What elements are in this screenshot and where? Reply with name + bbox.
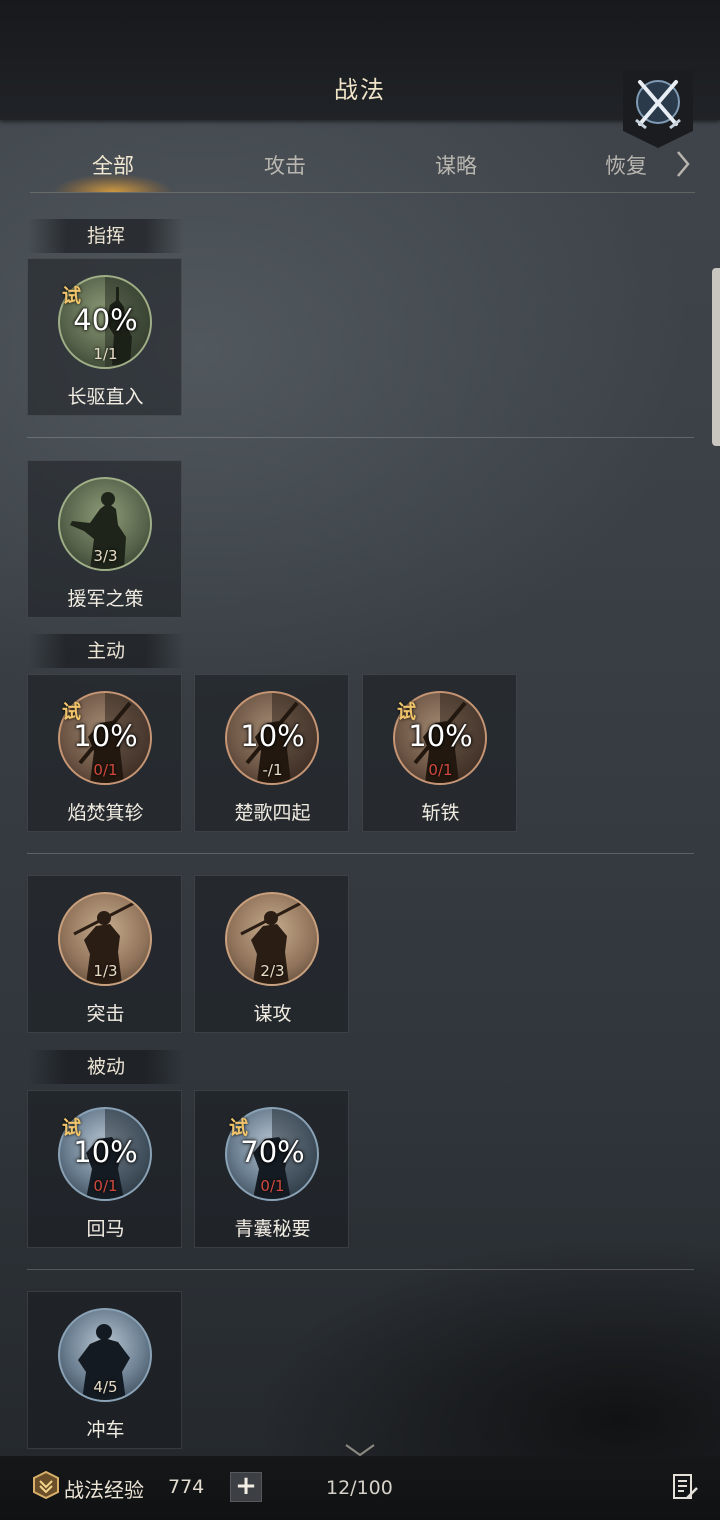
tactic-name: 长驱直入 <box>67 386 144 408</box>
bottom-bar: 战法经验 774 + 12/100 <box>0 1456 720 1520</box>
divider <box>27 437 694 438</box>
tactic-card-zhantie[interactable]: 试 10% 0/1 斩铁 <box>362 674 517 832</box>
tab-bar: 全部 攻击 谋略 恢复 <box>30 140 695 193</box>
tactic-percent: 40% <box>73 303 138 337</box>
page-title: 战法 <box>334 76 386 104</box>
tactic-card-yuanjun[interactable]: 3/3 援军之策 <box>27 460 182 618</box>
tactic-count: 0/1 <box>428 761 453 779</box>
tactic-card-changqu[interactable]: 试 40% 1/1 长驱直入 <box>27 258 182 416</box>
section-label-command: 指挥 <box>28 219 184 253</box>
list-edit-icon[interactable] <box>671 1472 699 1502</box>
tactic-count: 4/5 <box>93 1378 118 1396</box>
tactic-count: 1/3 <box>93 962 118 980</box>
tactic-name: 冲车 <box>86 1419 125 1441</box>
tactic-percent: 10% <box>240 719 305 753</box>
tactic-name: 青囊秘要 <box>234 1218 311 1240</box>
divider <box>27 853 694 854</box>
tactic-count: 0/1 <box>260 1177 285 1195</box>
tactic-percent: 10% <box>408 719 473 753</box>
tactic-count: 0/1 <box>93 1177 118 1195</box>
add-exp-button[interactable]: + <box>230 1472 262 1502</box>
exp-value: 774 <box>168 1476 205 1498</box>
tactic-card-huima[interactable]: 试 10% 0/1 回马 <box>27 1090 182 1248</box>
tactic-capacity: 12/100 <box>326 1477 393 1499</box>
tactic-count: 3/3 <box>93 547 118 565</box>
crossed-swords-icon <box>635 80 681 130</box>
tactic-name: 斩铁 <box>421 802 460 824</box>
tactic-name: 楚歌四起 <box>234 802 311 824</box>
tactic-count: -/1 <box>262 761 283 779</box>
chevron-down-icon <box>345 1444 375 1457</box>
tactic-name: 焰焚箕轸 <box>67 802 144 824</box>
tab-strategy[interactable]: 谋略 <box>381 140 531 192</box>
tactic-name: 谋攻 <box>253 1003 292 1025</box>
tactic-name: 突击 <box>86 1003 125 1025</box>
tactic-name: 援军之策 <box>67 588 144 610</box>
close-button[interactable] <box>623 70 693 148</box>
tactic-card-yanfen[interactable]: 试 10% 0/1 焰焚箕轸 <box>27 674 182 832</box>
tactic-card-chongche[interactable]: 4/5 冲车 <box>27 1291 182 1449</box>
tactic-percent: 10% <box>73 719 138 753</box>
exp-badge-icon <box>33 1471 59 1499</box>
tactic-count: 2/3 <box>260 962 285 980</box>
tactic-card-qingnang[interactable]: 试 70% 0/1 青囊秘要 <box>194 1090 349 1248</box>
tab-attack[interactable]: 攻击 <box>210 140 360 192</box>
tactic-card-mougong[interactable]: 2/3 谋攻 <box>194 875 349 1033</box>
tactic-card-chuge[interactable]: 10% -/1 楚歌四起 <box>194 674 349 832</box>
tactic-count: 0/1 <box>93 761 118 779</box>
tab-all[interactable]: 全部 <box>38 140 188 192</box>
section-label-passive: 被动 <box>28 1050 184 1084</box>
tab-next-button[interactable] <box>673 148 693 180</box>
chevron-right-icon <box>677 151 690 177</box>
exp-label: 战法经验 <box>64 1478 144 1502</box>
tactic-percent: 10% <box>73 1135 138 1169</box>
tactic-count: 1/1 <box>93 345 118 363</box>
tactic-name: 回马 <box>86 1218 125 1240</box>
title-bar: 战法 <box>0 0 720 120</box>
tactic-percent: 70% <box>240 1135 305 1169</box>
section-label-active: 主动 <box>28 634 184 668</box>
tactic-card-tuji[interactable]: 1/3 突击 <box>27 875 182 1033</box>
divider <box>27 1269 694 1270</box>
scrollbar-thumb[interactable] <box>712 268 720 446</box>
